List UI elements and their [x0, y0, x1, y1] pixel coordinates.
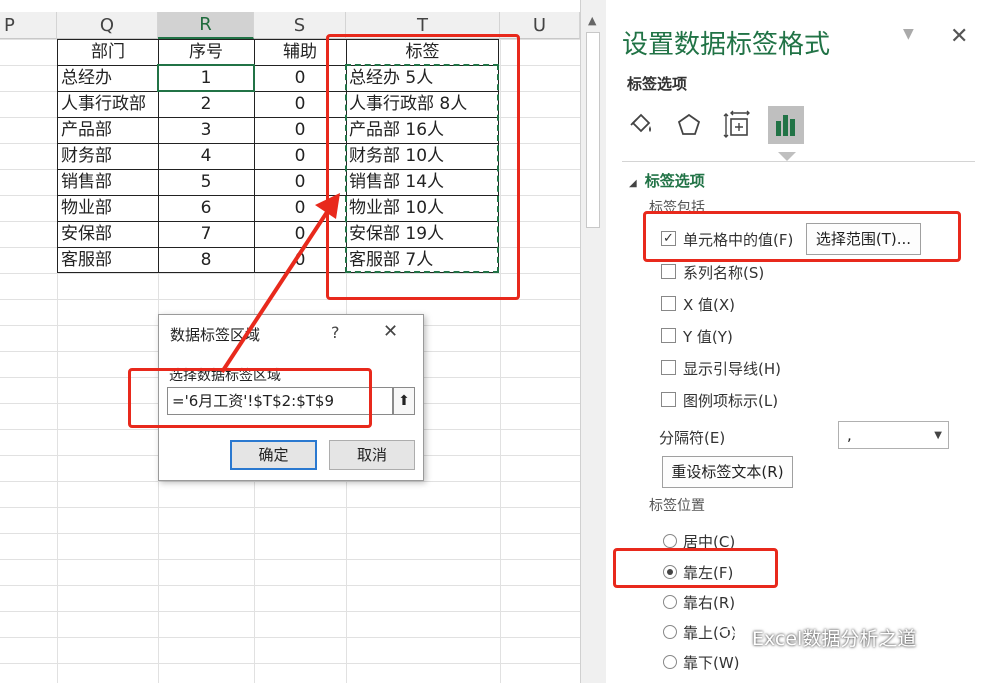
chevron-down-icon: ▼ [934, 430, 942, 441]
active-cell[interactable] [157, 64, 255, 92]
radio-label-right[interactable]: 靠右(R) [683, 592, 735, 613]
cell-dept[interactable]: 安保部 [58, 221, 158, 247]
label-position-heading: 标签位置 [649, 498, 705, 514]
cell-dept[interactable]: 产品部 [58, 117, 158, 143]
scroll-up-icon[interactable]: ▲ [588, 14, 596, 27]
gridline [0, 559, 580, 560]
tab-label-options[interactable] [768, 106, 804, 144]
cell-index[interactable]: 3 [158, 117, 254, 143]
cell-index[interactable]: 8 [158, 247, 254, 273]
active-tab-caret [778, 152, 796, 161]
radio-label-below[interactable]: 靠下(W) [683, 652, 740, 673]
gridline [0, 663, 580, 664]
reset-label-text-button[interactable]: 重设标签文本(R) [662, 456, 793, 488]
cell-index[interactable]: 7 [158, 221, 254, 247]
cell-dept[interactable]: 总经办 [58, 65, 158, 91]
header-cell-dept[interactable]: 部门 [58, 39, 158, 65]
cell-dept[interactable]: 客服部 [58, 247, 158, 273]
checkbox-legend-key[interactable] [661, 392, 676, 407]
gridline [0, 611, 580, 612]
checkbox-x-value[interactable] [661, 296, 676, 311]
cell-dept[interactable]: 财务部 [58, 143, 158, 169]
watermark: Excel数据分析之道 [716, 624, 916, 651]
checkbox-label-x-value[interactable]: X 值(X) [683, 294, 735, 315]
column-header-p[interactable]: P [0, 12, 57, 39]
annotation-box-position-left [613, 548, 778, 588]
column-header-r[interactable]: R [158, 12, 254, 39]
checkbox-label-series-name[interactable]: 系列名称(S) [683, 262, 764, 283]
checkbox-label-legend-key[interactable]: 图例项标示(L) [683, 390, 778, 411]
tab-divider [622, 161, 975, 162]
gridline [0, 533, 580, 534]
gridline [0, 585, 580, 586]
column-header-q[interactable]: Q [57, 12, 158, 39]
wechat-icon [717, 627, 743, 648]
checkbox-label-leader-lines[interactable]: 显示引导线(H) [683, 358, 781, 379]
pane-subtitle[interactable]: 标签选项 [627, 73, 687, 94]
cell-index[interactable]: 2 [158, 91, 254, 117]
gridline [0, 481, 580, 482]
scrollbar-thumb[interactable] [586, 32, 600, 228]
checkbox-series-name[interactable] [661, 264, 676, 279]
header-cell-index[interactable]: 序号 [158, 39, 254, 65]
radio-right[interactable] [663, 595, 677, 609]
radio-below[interactable] [663, 655, 677, 669]
pentagon-icon [677, 113, 701, 135]
help-icon[interactable]: ? [331, 323, 340, 342]
ok-button[interactable]: 确定 [230, 440, 317, 470]
vertical-scrollbar[interactable]: ▲ [580, 0, 606, 683]
cell-index[interactable]: 6 [158, 195, 254, 221]
pane-title: 设置数据标签格式 [622, 30, 831, 60]
pane-options-dropdown-icon[interactable]: ▼ [903, 26, 914, 42]
section-header-label-options[interactable]: ◢ 标签选项 [629, 170, 705, 191]
dialog-titlebar[interactable]: 数据标签区域 ? ✕ [159, 315, 423, 351]
checkbox-leader-lines[interactable] [661, 360, 676, 375]
radio-center[interactable] [663, 534, 677, 548]
size-properties-icon [723, 110, 750, 138]
tab-size-properties[interactable] [720, 106, 756, 144]
separator-label: 分隔符(E) [659, 429, 726, 447]
collapse-dialog-icon[interactable]: ⬆ [393, 387, 415, 415]
bar-chart-icon [776, 115, 795, 136]
dialog-title: 数据标签区域 [170, 326, 261, 344]
gridline [0, 507, 580, 508]
collapse-triangle-icon: ◢ [629, 178, 637, 189]
checkbox-label-y-value[interactable]: Y 值(Y) [683, 326, 733, 347]
tab-fill-line[interactable] [623, 106, 659, 144]
cell-index[interactable]: 5 [158, 169, 254, 195]
cell-dept[interactable]: 销售部 [58, 169, 158, 195]
pane-close-icon[interactable]: ✕ [950, 24, 968, 49]
annotation-box-range-input [128, 368, 372, 428]
annotation-box-value-from-cells [643, 211, 961, 262]
paint-bucket-icon [630, 113, 651, 133]
cell-dept[interactable]: 人事行政部 [58, 91, 158, 117]
cancel-button[interactable]: 取消 [329, 440, 415, 470]
annotation-box-label-column [326, 34, 520, 300]
checkbox-y-value[interactable] [661, 328, 676, 343]
cell-dept[interactable]: 物业部 [58, 195, 158, 221]
tab-effects[interactable] [671, 106, 707, 144]
gridline [0, 637, 580, 638]
cell-index[interactable]: 4 [158, 143, 254, 169]
radio-above[interactable] [663, 625, 677, 639]
separator-select[interactable]: , ▼ [838, 421, 949, 449]
close-icon[interactable]: ✕ [383, 321, 398, 342]
